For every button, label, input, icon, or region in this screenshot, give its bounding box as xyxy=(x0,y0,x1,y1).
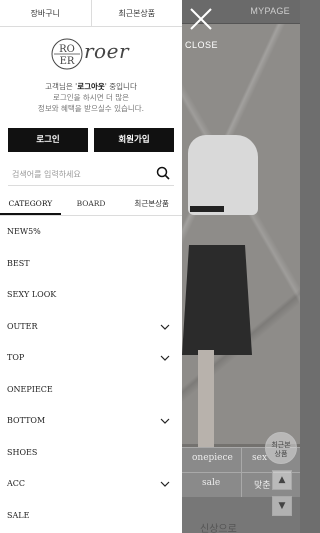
category-label: OUTER xyxy=(7,321,38,331)
recent-products-label: 최근본 xyxy=(271,441,291,449)
category-label: BOTTOM xyxy=(7,416,46,425)
category-item-sale[interactable]: SALE xyxy=(0,500,182,532)
category-item-top[interactable]: TOP xyxy=(0,342,182,374)
model-skirt xyxy=(182,245,252,355)
category-label: NEW5% xyxy=(7,227,41,236)
category-label: SEXY LOOK xyxy=(7,290,57,299)
login-benefit-line: 정보와 혜택을 받으실수 있습니다. xyxy=(37,104,145,113)
category-list: NEW5% BEST SEXY LOOK OUTER TOP ONEPIECE … xyxy=(0,216,182,531)
model-cuff xyxy=(190,206,224,212)
category-item-sexy-look[interactable]: SEXY LOOK xyxy=(0,279,182,311)
chevron-down-icon[interactable] xyxy=(160,322,170,332)
category-label: BEST xyxy=(7,258,30,268)
category-item-bottom[interactable]: BOTTOM xyxy=(0,405,182,437)
login-button[interactable]: 로그인 xyxy=(8,128,88,152)
search-icon[interactable] xyxy=(156,166,170,180)
logo-mark-bottom: ER xyxy=(60,56,75,67)
table-cell[interactable]: onepiece xyxy=(192,453,233,463)
table-divider xyxy=(241,447,242,497)
recent-products-label: 상품 xyxy=(274,450,288,458)
greeting-highlight: 로그아웃 xyxy=(77,82,105,91)
side-drawer: 장바구니 최근본상품 RO ER roer 고객님은 '로그아웃' 중입니다 로… xyxy=(0,0,182,533)
mypage-link[interactable]: MYPAGE xyxy=(250,6,290,16)
recent-products-button[interactable]: 최근본 상품 xyxy=(265,432,297,464)
cart-tab[interactable]: 장바구니 xyxy=(0,0,91,26)
brand-logo[interactable]: RO ER roer xyxy=(0,35,182,75)
category-item-outer[interactable]: OUTER xyxy=(0,311,182,343)
greeting-prefix: 고객님은 ' xyxy=(45,82,78,91)
category-item-acc[interactable]: ACC xyxy=(0,468,182,500)
login-status-text: 고객님은 '로그아웃' 중입니다 xyxy=(0,81,182,92)
model-leg xyxy=(198,350,214,450)
category-item-shoes[interactable]: SHOES xyxy=(0,437,182,469)
tab-board[interactable]: BOARD xyxy=(61,192,122,215)
category-label: TOP xyxy=(7,353,25,362)
chevron-down-icon[interactable] xyxy=(160,479,170,489)
chevron-down-icon[interactable] xyxy=(160,353,170,363)
logo-mark: RO ER xyxy=(51,38,83,70)
category-item-new5[interactable]: NEW5% xyxy=(0,216,182,248)
tab-recent-products[interactable]: 최근본상품 xyxy=(121,192,182,215)
category-label: ACC xyxy=(7,479,26,488)
chevron-down-icon[interactable] xyxy=(160,416,170,426)
auth-buttons: 로그인 회원가입 xyxy=(0,128,182,152)
close-label[interactable]: CLOSE xyxy=(185,40,218,50)
scroll-top-button[interactable]: ▲ xyxy=(272,470,292,490)
tab-category[interactable]: CATEGORY xyxy=(0,192,61,215)
table-cell[interactable]: sex xyxy=(252,453,267,463)
login-benefit-line: 로그인을 하시면 더 많은 xyxy=(52,93,130,102)
category-item-onepiece[interactable]: ONEPIECE xyxy=(0,374,182,406)
signup-button[interactable]: 회원가입 xyxy=(94,128,174,152)
category-label: SHOES xyxy=(7,447,38,457)
close-icon[interactable] xyxy=(186,4,216,34)
table-cell[interactable]: 맞춘 xyxy=(254,478,271,491)
search-bar xyxy=(8,162,174,186)
category-label: ONEPIECE xyxy=(7,384,53,394)
drawer-top-tabs: 장바구니 최근본상품 xyxy=(0,0,182,27)
recent-products-tab[interactable]: 최근본상품 xyxy=(90,0,183,26)
logo-mark-top: RO xyxy=(59,44,75,55)
scroll-bottom-button[interactable]: ▼ xyxy=(272,496,292,516)
logo-wordmark: roer xyxy=(84,39,129,63)
search-input[interactable] xyxy=(8,163,148,186)
category-label: SALE xyxy=(7,510,30,520)
model-blouse xyxy=(188,135,258,215)
category-item-best[interactable]: BEST xyxy=(0,248,182,280)
table-cell[interactable]: sale xyxy=(202,478,220,488)
greeting-suffix: ' 중입니다 xyxy=(104,82,137,91)
category-tabs: CATEGORY BOARD 최근본상품 xyxy=(0,192,182,216)
background-heading: 신상으로 xyxy=(200,524,237,533)
